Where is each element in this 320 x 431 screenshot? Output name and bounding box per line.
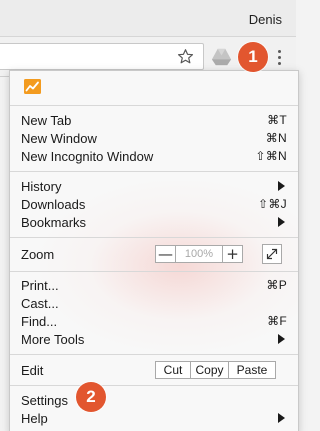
menu-item-label: History xyxy=(21,178,62,194)
menu-item-label: Help xyxy=(21,410,48,426)
zoom-level-value: 100% xyxy=(176,245,222,263)
menu-item-history[interactable]: History xyxy=(10,177,298,195)
menu-item-shortcut: ⇧⌘J xyxy=(258,197,287,211)
menu-divider xyxy=(10,385,298,386)
menu-item-label: Print... xyxy=(21,277,59,293)
fullscreen-button[interactable] xyxy=(262,244,282,264)
menu-divider xyxy=(10,354,298,355)
zoom-controls: — 100% + xyxy=(155,245,243,263)
fullscreen-icon xyxy=(266,248,278,260)
cut-button[interactable]: Cut xyxy=(155,361,191,379)
menu-item-bookmarks[interactable]: Bookmarks xyxy=(10,213,298,231)
menu-item-shortcut: ⌘T xyxy=(267,113,287,127)
menu-item-find[interactable]: Find... ⌘F xyxy=(10,312,298,330)
menu-item-label: Downloads xyxy=(21,196,86,212)
menu-item-shortcut: ⌘N xyxy=(265,131,287,145)
drive-extension-icon[interactable] xyxy=(211,46,232,67)
zoom-in-button[interactable]: + xyxy=(222,245,243,263)
address-bar[interactable] xyxy=(0,43,204,70)
chrome-main-menu: New Tab ⌘T New Window ⌘N New Incognito W… xyxy=(9,70,299,431)
menu-row-edit: Edit Cut Copy Paste xyxy=(10,361,298,379)
menu-item-shortcut: ⌘P xyxy=(266,278,287,292)
menu-item-new-tab[interactable]: New Tab ⌘T xyxy=(10,111,298,129)
menu-item-label: Bookmarks xyxy=(21,214,87,230)
menu-item-label: Cast... xyxy=(21,295,59,311)
menu-divider xyxy=(10,237,298,238)
submenu-arrow-icon xyxy=(278,413,285,423)
menu-item-cast[interactable]: Cast... xyxy=(10,294,298,312)
menu-item-label: New Incognito Window xyxy=(21,148,154,164)
menu-item-label: Find... xyxy=(21,313,58,329)
menu-item-new-window[interactable]: New Window ⌘N xyxy=(10,129,298,147)
analytics-chart-icon[interactable] xyxy=(24,79,41,94)
menu-item-label: More Tools xyxy=(21,331,85,347)
edit-controls: Cut Copy Paste xyxy=(155,361,276,379)
menu-item-label: New Tab xyxy=(21,112,72,128)
menu-header xyxy=(10,71,298,107)
zoom-out-button[interactable]: — xyxy=(155,245,176,263)
submenu-arrow-icon xyxy=(278,181,285,191)
menu-divider xyxy=(10,105,298,106)
menu-item-label: Settings xyxy=(21,392,68,408)
profile-name[interactable]: Denis xyxy=(249,12,282,27)
menu-item-settings[interactable]: Settings xyxy=(10,391,298,409)
zoom-label: Zoom xyxy=(21,246,55,262)
submenu-arrow-icon xyxy=(278,334,285,344)
menu-item-shortcut: ⇧⌘N xyxy=(255,149,287,163)
step-badge-1: 1 xyxy=(238,42,268,72)
menu-item-downloads[interactable]: Downloads ⇧⌘J xyxy=(10,195,298,213)
paste-button[interactable]: Paste xyxy=(229,361,276,379)
copy-button[interactable]: Copy xyxy=(191,361,229,379)
menu-item-print[interactable]: Print... ⌘P xyxy=(10,276,298,294)
menu-item-help[interactable]: Help xyxy=(10,409,298,427)
menu-item-more-tools[interactable]: More Tools xyxy=(10,330,298,348)
menu-item-shortcut: ⌘F xyxy=(267,314,287,328)
menu-row-zoom: Zoom — 100% + xyxy=(10,244,298,264)
more-vert-icon[interactable] xyxy=(270,45,288,69)
menu-item-label: New Window xyxy=(21,130,97,146)
edit-label: Edit xyxy=(21,362,44,378)
window-titlebar: Denis xyxy=(0,0,296,37)
menu-divider xyxy=(10,171,298,172)
menu-divider xyxy=(10,271,298,272)
step-badge-2: 2 xyxy=(76,382,106,412)
menu-item-new-incognito-window[interactable]: New Incognito Window ⇧⌘N xyxy=(10,147,298,165)
submenu-arrow-icon xyxy=(278,217,285,227)
star-icon[interactable] xyxy=(177,48,194,65)
